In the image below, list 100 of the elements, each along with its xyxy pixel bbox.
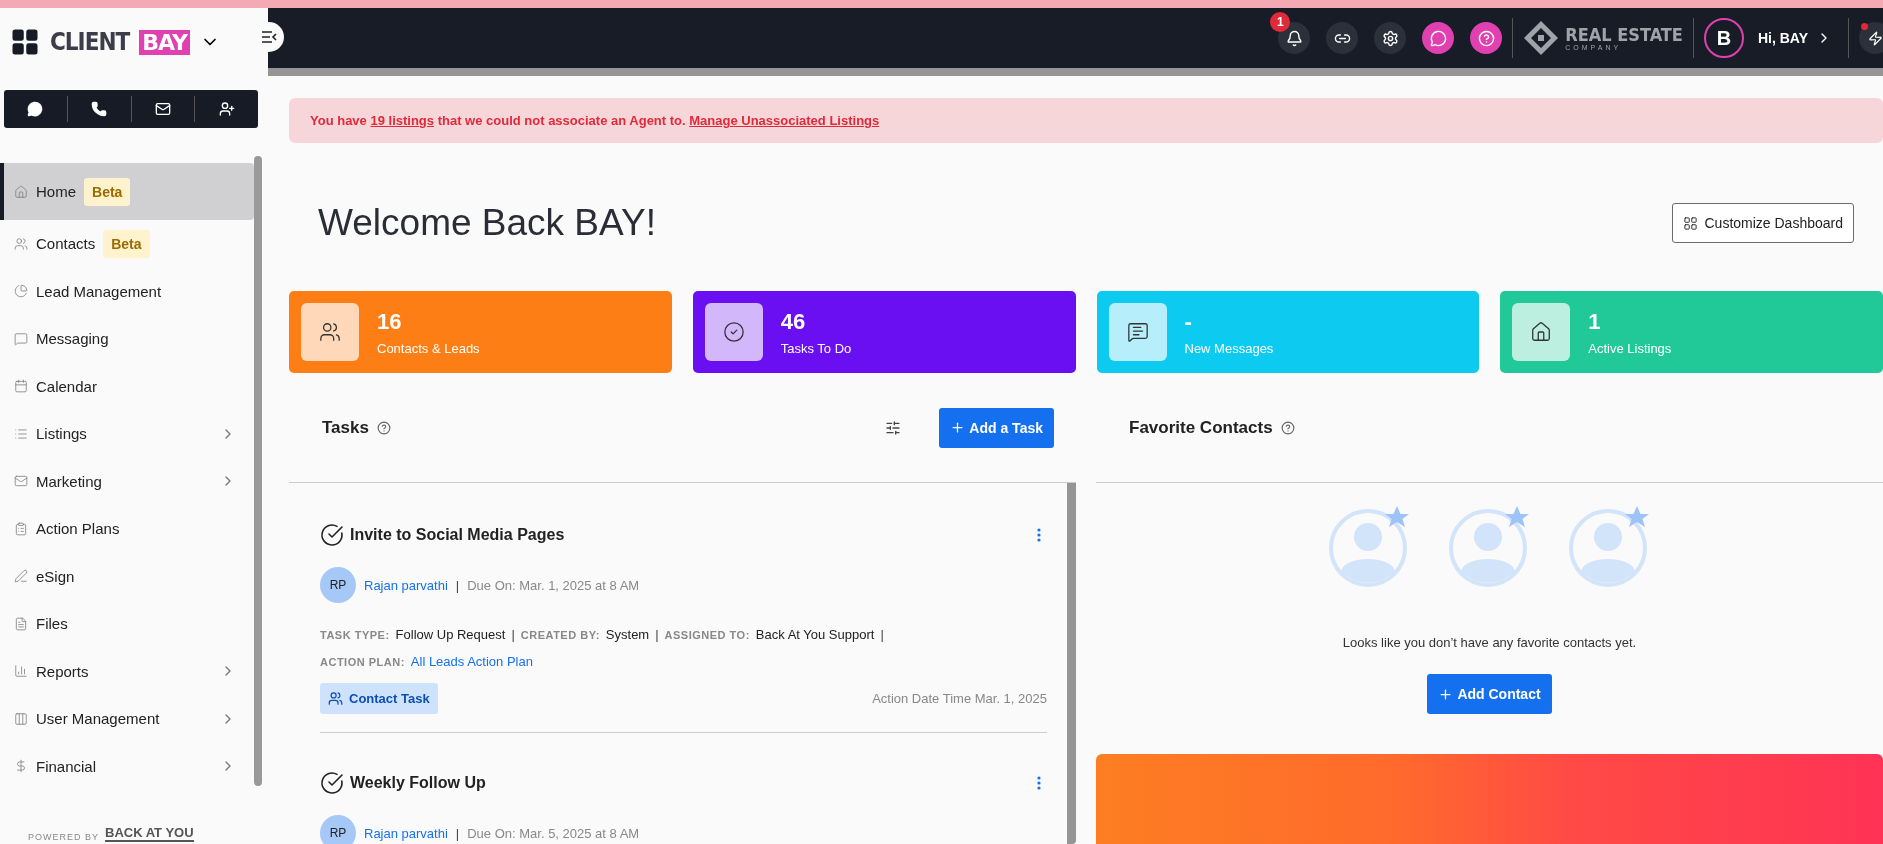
- sidebar-item[interactable]: Files: [0, 600, 254, 648]
- separator: |: [455, 577, 460, 593]
- stat-value: 46: [780, 308, 807, 335]
- stat-label: Tasks To Do: [780, 340, 852, 356]
- quick-action-button[interactable]: [1859, 22, 1883, 54]
- stat-label: Active Listings: [1588, 340, 1672, 356]
- checklist-icon: [14, 521, 28, 536]
- sidebar-item[interactable]: User Management: [0, 695, 254, 743]
- field-value: System: [605, 627, 650, 642]
- chat-bubble-icon: [27, 101, 44, 117]
- sidebar-item[interactable]: Listings: [0, 410, 254, 458]
- separator: |: [880, 627, 884, 642]
- contact-task-tag: Contact Task: [320, 683, 438, 714]
- stat-icon: [704, 303, 763, 361]
- grid-icon: [1683, 215, 1699, 231]
- stat-icon: [301, 303, 359, 361]
- field-value: Follow Up Request: [395, 627, 506, 642]
- sidebar-item[interactable]: Financial: [0, 742, 254, 790]
- assignee-link[interactable]: Rajan parvathi: [364, 825, 448, 841]
- add-user-icon: [218, 101, 235, 117]
- customize-dashboard-button[interactable]: Customize Dashboard: [1672, 203, 1854, 243]
- help-icon[interactable]: [376, 420, 391, 435]
- stat-value: -: [1184, 308, 1193, 335]
- stat-icon: [1512, 303, 1571, 361]
- company-name: REAL ESTATE: [1565, 25, 1683, 44]
- chat-button[interactable]: [1422, 22, 1455, 54]
- field-label: CREATED BY:: [520, 628, 600, 641]
- complete-task-icon[interactable]: [320, 523, 344, 547]
- sidebar-item[interactable]: Reports: [0, 647, 254, 695]
- contact-placeholder-icon: [1568, 505, 1651, 587]
- sidebar-item[interactable]: eSign: [0, 552, 254, 600]
- home-icon: [14, 184, 28, 199]
- users-icon: [328, 691, 343, 706]
- sidebar-item[interactable]: Lead Management: [0, 267, 254, 315]
- separator: |: [655, 627, 659, 642]
- pie-chart-icon: [14, 284, 28, 299]
- field-label: TASK TYPE:: [320, 628, 390, 641]
- help-icon[interactable]: [1280, 420, 1295, 435]
- brand-logo-text: CLIENT: [50, 28, 130, 56]
- beta-badge: Beta: [103, 229, 150, 258]
- lightning-icon: [1867, 30, 1883, 46]
- sidebar-item[interactable]: Calendar: [0, 362, 254, 410]
- task-title: Weekly Follow Up: [350, 774, 487, 792]
- calendar-icon: [14, 379, 28, 394]
- bar-chart-icon: [14, 664, 28, 679]
- field-value: Back At You Support: [755, 627, 875, 642]
- apps-grid-icon[interactable]: [10, 27, 40, 57]
- collapse-menu-icon: [261, 31, 277, 43]
- stat-card[interactable]: 46 Tasks To Do: [692, 291, 1076, 373]
- speech-bubble-icon: [14, 331, 28, 346]
- beta-badge: Beta: [84, 177, 131, 206]
- sidebar-item[interactable]: Marketing: [0, 457, 254, 505]
- contact-placeholder-icon: [1328, 505, 1411, 587]
- diamond-house-logo-icon: [1523, 20, 1560, 56]
- field-label: ASSIGNED TO:: [664, 628, 750, 641]
- assignee-link[interactable]: Rajan parvathi: [364, 577, 448, 593]
- stat-value: 16: [377, 308, 403, 335]
- settings-icon: [1381, 29, 1399, 47]
- action-plan-link[interactable]: All Leads Action Plan: [410, 654, 533, 669]
- due-date: Due On: Mar. 5, 2025 at 8 AM: [467, 825, 640, 841]
- users-icon: [14, 236, 28, 251]
- help-icon: [1477, 29, 1495, 47]
- user-avatar[interactable]: B: [1703, 18, 1744, 58]
- plus-icon: [1438, 686, 1454, 702]
- notification-count: 1: [1270, 12, 1291, 32]
- scrollbar-thumb[interactable]: [254, 156, 262, 786]
- bell-icon: [1285, 29, 1303, 47]
- link-button[interactable]: [1326, 22, 1359, 54]
- columns-icon: [14, 711, 28, 726]
- complete-task-icon[interactable]: [320, 771, 344, 795]
- powered-by-label: POWERED BY: [28, 832, 99, 842]
- contact-placeholder-icon: [1448, 505, 1531, 587]
- assignee-avatar: RP: [320, 567, 356, 603]
- pencil-icon: [14, 569, 28, 584]
- settings-button[interactable]: [1374, 22, 1407, 54]
- document-icon: [14, 616, 28, 631]
- footer-brand-text: BACK AT YOU: [105, 825, 194, 842]
- separator: |: [455, 825, 460, 841]
- list-icon: [14, 426, 28, 441]
- envelope-icon: [14, 474, 28, 489]
- welcome-heading: Welcome Back BAY!: [318, 202, 656, 244]
- sidebar-item[interactable]: Action Plans: [0, 505, 254, 553]
- field-label: ACTION PLAN:: [320, 655, 405, 668]
- add-contact-button[interactable]: Add Contact: [1427, 674, 1552, 714]
- action-date: Action Date Time Mar. 1, 2025: [872, 691, 1047, 706]
- sidebar-item[interactable]: Messaging: [0, 315, 254, 363]
- plus-icon: [950, 420, 966, 435]
- alert-message: You have 19 listings that we could not associate an Agent to. Manage Unassociated Listings: [310, 113, 881, 128]
- separator: |: [511, 627, 515, 642]
- vertical-dots-icon: [1037, 528, 1041, 542]
- sidebar-item[interactable]: Home Beta: [0, 163, 254, 220]
- user-menu-button[interactable]: Hi, BAY: [1751, 29, 1838, 47]
- stat-label: New Messages: [1184, 340, 1274, 356]
- stat-label: Contacts & Leads: [377, 340, 480, 356]
- add-task-button[interactable]: Add a Task: [939, 407, 1054, 448]
- brand-logo-highlight: BAY: [139, 29, 190, 55]
- due-date: Due On: Mar. 1, 2025 at 8 AM: [467, 577, 640, 593]
- sidebar-item[interactable]: Contacts Beta: [0, 220, 254, 268]
- help-button[interactable]: [1470, 22, 1503, 54]
- vertical-dots-icon: [1037, 776, 1041, 790]
